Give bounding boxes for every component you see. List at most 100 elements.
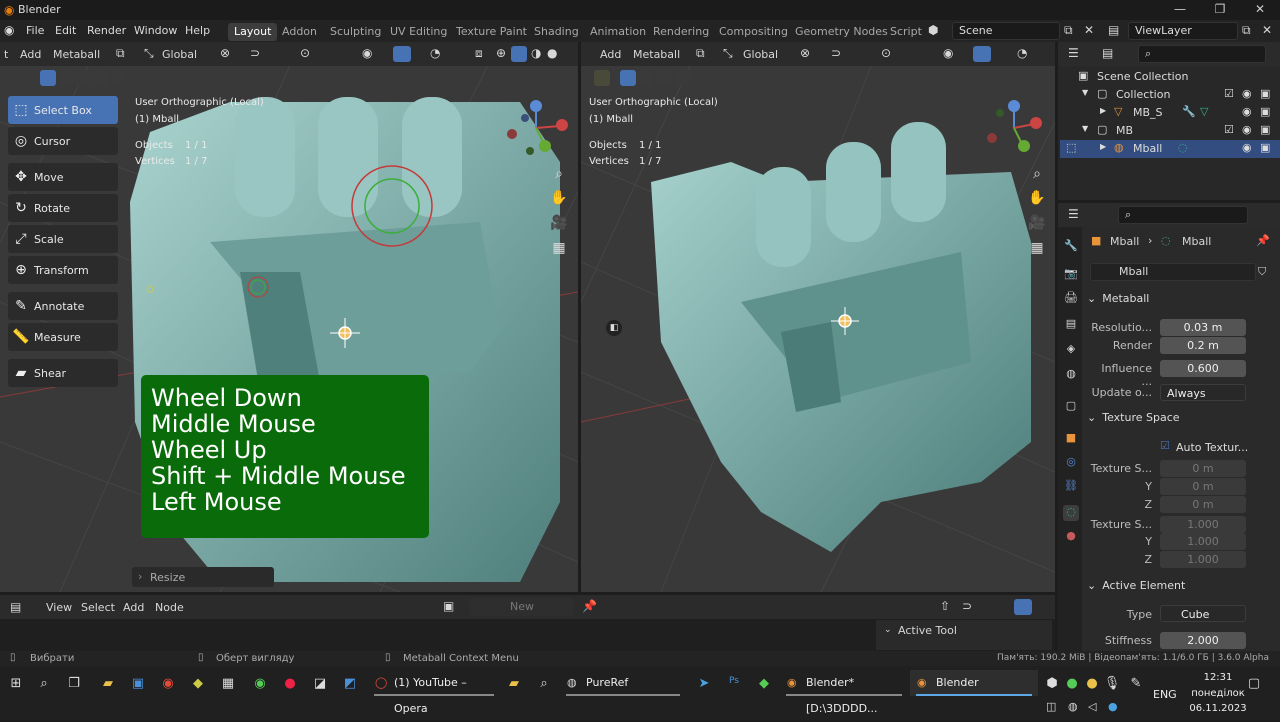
outliner-row-mb-s[interactable]: ▶ ▽ MB_S 🔧 ▽ ◉ ▣ bbox=[1060, 104, 1280, 122]
eye-icon[interactable]: ◉ bbox=[1242, 87, 1252, 100]
overlays-icon[interactable]: ◔ bbox=[430, 46, 440, 60]
taskbar-app-blender[interactable]: ◉ Blender bbox=[910, 670, 1038, 696]
tray-icon[interactable]: ⬢ bbox=[1042, 676, 1062, 696]
close-icon[interactable]: ✕ bbox=[1240, 2, 1280, 16]
texture-size-x-field[interactable]: 1.000 bbox=[1160, 516, 1246, 533]
node-tree-type-icon[interactable]: ▣ bbox=[443, 599, 454, 613]
outliner-row-mb[interactable]: ▼ ▢ MB ☑ ◉ ▣ bbox=[1060, 122, 1280, 140]
tab-texture-paint[interactable]: Texture Paint bbox=[450, 23, 533, 41]
select-invert-button[interactable] bbox=[94, 70, 110, 86]
constraints-tab-icon[interactable]: ⛓ bbox=[1063, 479, 1079, 495]
new-node-tree-button[interactable]: New bbox=[470, 598, 574, 616]
tool-measure[interactable]: 📏 Measure bbox=[8, 323, 118, 351]
tool-scale[interactable]: ⤢ Scale bbox=[8, 225, 118, 253]
tool-rotate[interactable]: ↻ Rotate bbox=[8, 194, 118, 222]
select-subtract-button[interactable] bbox=[76, 70, 92, 86]
menu-view[interactable]: View bbox=[46, 601, 72, 614]
pin-icon[interactable]: 📌 bbox=[1256, 234, 1270, 247]
camera-icon[interactable]: 🎥 bbox=[1026, 215, 1048, 237]
app-icon[interactable]: ◉ bbox=[250, 676, 270, 696]
taskbar-app-pureref[interactable]: ◍ PureRef bbox=[560, 670, 686, 696]
pin-icon[interactable]: 📌 bbox=[582, 599, 597, 613]
resolution-field[interactable]: 0.03 m bbox=[1160, 319, 1246, 336]
tab-geometry-nodes[interactable]: Geometry Nodes bbox=[789, 23, 894, 41]
proportional-edit-icon[interactable]: ⊙ bbox=[881, 46, 891, 60]
snap-icon[interactable]: ⊃ bbox=[250, 46, 260, 60]
metaball-menu[interactable]: Metaball bbox=[633, 48, 680, 61]
menu-help[interactable]: Help bbox=[185, 24, 210, 37]
sidebar-toggle-icon[interactable]: ◧ bbox=[606, 320, 622, 336]
editor-type-icon[interactable]: ☰ bbox=[1068, 46, 1079, 60]
shading-wireframe-icon[interactable]: ⊕ bbox=[496, 46, 506, 60]
tray-icon[interactable]: ● bbox=[1062, 676, 1082, 696]
outliner-row-collection[interactable]: ▼ ▢ Collection ☑ ◉ ▣ bbox=[1060, 86, 1280, 104]
tool-tab-icon[interactable]: 🔧 bbox=[1063, 239, 1079, 255]
blender-menu-icon[interactable]: ◉ bbox=[4, 23, 14, 37]
tab-layout[interactable]: Layout bbox=[228, 23, 278, 41]
add-menu[interactable]: Add bbox=[600, 48, 621, 61]
metaball-menu[interactable]: Metaball bbox=[53, 48, 100, 61]
new-scene-icon[interactable]: ⧉ bbox=[1064, 23, 1073, 38]
render-camera-icon[interactable]: ▣ bbox=[1260, 123, 1270, 136]
visibility-icon[interactable]: ◉ bbox=[943, 46, 953, 60]
file-explorer-icon[interactable]: ▰ bbox=[98, 676, 118, 696]
eye-icon[interactable]: ◉ bbox=[1242, 141, 1252, 154]
microphone-icon[interactable]: 🎙 bbox=[1102, 676, 1122, 696]
checkbox-icon[interactable]: ☑ bbox=[1224, 87, 1234, 100]
taskbar-app-blender-file[interactable]: ◉ Blender* [D:\3DDDD... bbox=[780, 670, 908, 715]
fake-user-shield-icon[interactable]: ⛉ bbox=[1258, 265, 1266, 279]
render-camera-icon[interactable]: ▣ bbox=[1260, 141, 1270, 154]
select-subtract-button[interactable] bbox=[656, 70, 672, 86]
section-texture-space[interactable]: ⌄ Texture Space bbox=[1087, 411, 1269, 431]
tweak-tool-button[interactable] bbox=[594, 70, 610, 86]
display-mode-icon[interactable]: ▤ bbox=[1102, 46, 1113, 60]
scene-selector[interactable]: Scene bbox=[952, 22, 1060, 40]
influence-field[interactable]: 0.600 bbox=[1160, 360, 1246, 377]
mode-selector[interactable]: t bbox=[4, 48, 8, 61]
eye-icon[interactable]: ◉ bbox=[1242, 123, 1252, 136]
tool-transform[interactable]: ⊕ Transform bbox=[8, 256, 118, 284]
outliner-search-input[interactable]: ⌕ bbox=[1138, 45, 1266, 63]
editor-type-icon[interactable]: ☰ bbox=[1068, 207, 1079, 221]
tool-annotate[interactable]: ✎ Annotate bbox=[8, 292, 118, 320]
tool-shear[interactable]: ▰ Shear bbox=[8, 359, 118, 387]
visibility-icon[interactable]: ◉ bbox=[362, 46, 372, 60]
menu-edit[interactable]: Edit bbox=[55, 24, 76, 37]
search-icon[interactable]: ⌕ bbox=[34, 676, 54, 696]
gizmo-toggle-button[interactable] bbox=[1014, 599, 1032, 615]
pan-hand-icon[interactable]: ✋ bbox=[548, 190, 570, 212]
expand-arrow-icon[interactable]: ▶ bbox=[1100, 106, 1106, 115]
tool-select-box[interactable]: ⬚ Select Box bbox=[8, 96, 118, 124]
tab-rendering[interactable]: Rendering bbox=[647, 23, 715, 41]
outliner-row-scene-collection[interactable]: ▣ Scene Collection bbox=[1060, 68, 1280, 86]
app-icon[interactable]: ▰ bbox=[504, 676, 524, 696]
texture-size-y-field[interactable]: 1.000 bbox=[1160, 533, 1246, 550]
app-icon[interactable]: ◩ bbox=[340, 676, 360, 696]
ortho-grid-icon[interactable]: ▦ bbox=[1026, 240, 1048, 262]
orientation-selector[interactable]: Global bbox=[743, 48, 778, 61]
tool-move[interactable]: ✥ Move bbox=[8, 163, 118, 191]
select-extend-button[interactable] bbox=[58, 70, 74, 86]
datablock-selector[interactable]: Mball bbox=[1090, 263, 1256, 281]
ortho-grid-icon[interactable]: ▦ bbox=[548, 240, 570, 262]
zoom-icon[interactable]: ⌕ bbox=[1026, 166, 1048, 188]
language-indicator[interactable]: ENG bbox=[1153, 688, 1177, 701]
texture-location-z-field[interactable]: 0 m bbox=[1160, 496, 1246, 513]
render-camera-icon[interactable]: ▣ bbox=[1260, 105, 1270, 118]
tab-shading[interactable]: Shading bbox=[528, 23, 585, 41]
tab-animation[interactable]: Animation bbox=[584, 23, 652, 41]
menu-render[interactable]: Render bbox=[87, 24, 126, 37]
minimize-icon[interactable]: — bbox=[1160, 2, 1200, 16]
overlays-icon[interactable]: ◔ bbox=[1017, 46, 1027, 60]
network-icon[interactable]: ◍ bbox=[1068, 700, 1078, 713]
menu-node[interactable]: Node bbox=[155, 601, 184, 614]
checkbox-icon[interactable]: ☑ bbox=[1224, 123, 1234, 136]
shading-material-icon[interactable]: ◑ bbox=[531, 46, 541, 60]
select-intersect-button[interactable] bbox=[112, 70, 122, 86]
active-tool-panel[interactable]: ⌄ Active Tool bbox=[876, 620, 1052, 650]
delete-view-layer-icon[interactable]: ✕ bbox=[1262, 23, 1272, 37]
texture-location-y-field[interactable]: 0 m bbox=[1160, 478, 1246, 495]
select-extend-button[interactable] bbox=[638, 70, 654, 86]
render-resolution-field[interactable]: 0.2 m bbox=[1160, 337, 1246, 354]
pan-hand-icon[interactable]: ✋ bbox=[1026, 190, 1048, 212]
